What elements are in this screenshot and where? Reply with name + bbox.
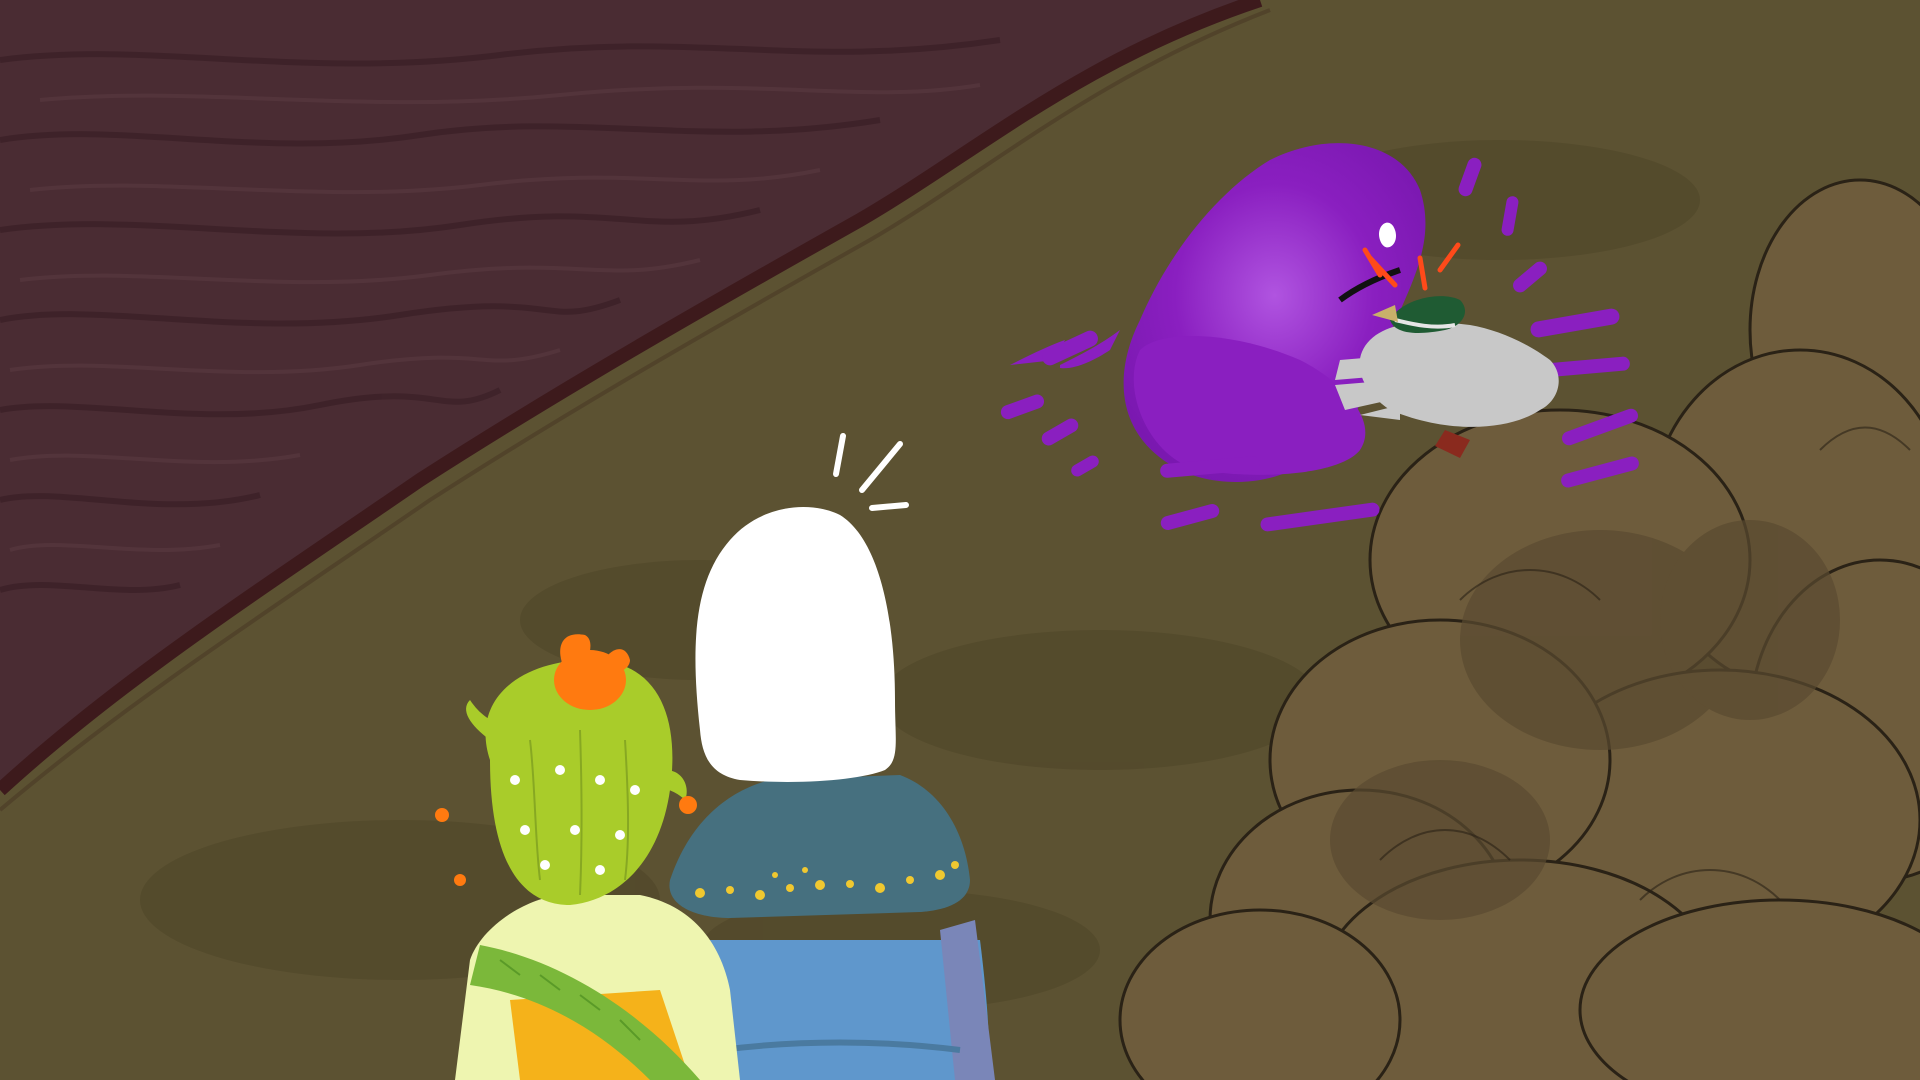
game-scene [0, 0, 1920, 1080]
white-hair [695, 507, 896, 782]
